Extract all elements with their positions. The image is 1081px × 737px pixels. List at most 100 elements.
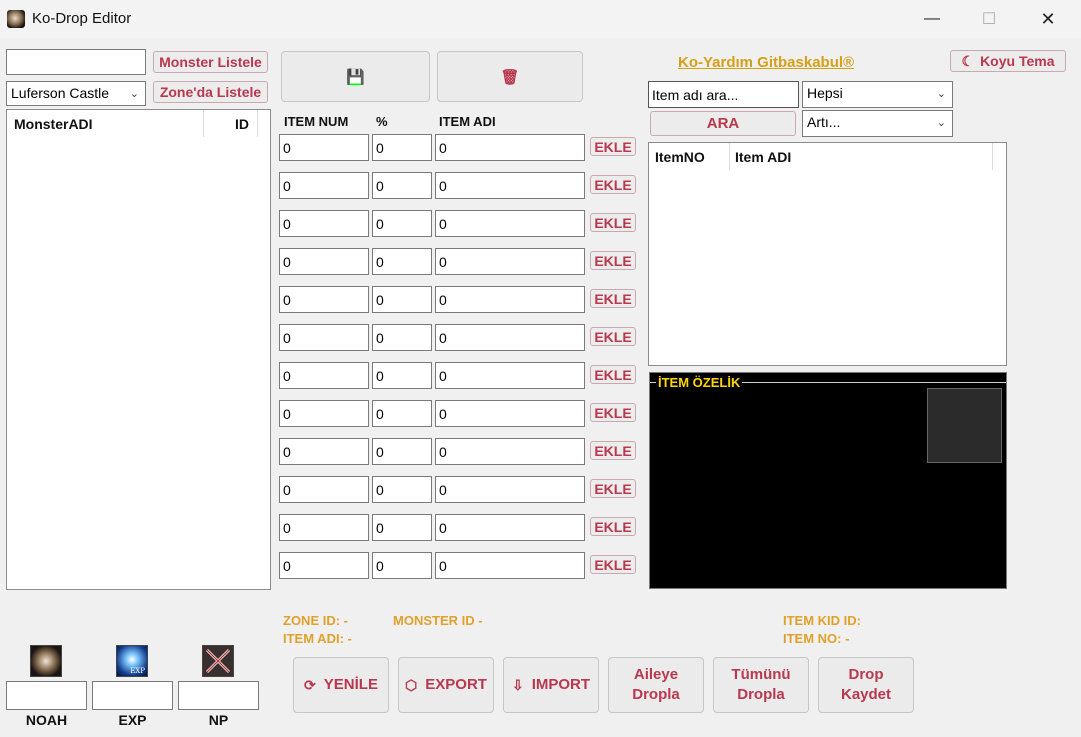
col-id[interactable]: ID — [235, 116, 249, 132]
item-num-input[interactable] — [279, 210, 369, 237]
save-drop-label-1: Drop — [848, 666, 884, 683]
item-name-input[interactable] — [435, 324, 585, 351]
header-item-adi: ITEM ADI — [439, 114, 496, 129]
import-label: IMPORT — [531, 676, 591, 693]
zone-list-button[interactable]: Zone'da Listele — [153, 81, 268, 103]
add-item-button[interactable]: EKLE — [590, 365, 636, 384]
np-input[interactable] — [178, 681, 259, 710]
noah-label: NOAH — [25, 712, 68, 728]
item-grid[interactable]: ItemNO Item ADI — [648, 142, 1007, 366]
item-num-input[interactable] — [279, 552, 369, 579]
item-name-input[interactable] — [435, 248, 585, 275]
cube-icon: ⬡ — [405, 677, 418, 693]
trash-icon: 🗑 — [500, 68, 520, 86]
refresh-label: YENİLE — [323, 676, 378, 693]
filter-plus-select[interactable]: Artı... ⌄ — [802, 110, 953, 137]
item-percent-input[interactable] — [372, 248, 432, 275]
item-grid-header: ItemNO Item ADI — [649, 143, 1006, 170]
item-num-input[interactable] — [279, 324, 369, 351]
add-item-button[interactable]: EKLE — [590, 289, 636, 308]
save-button[interactable]: 💾 — [281, 51, 430, 102]
noah-icon — [30, 645, 62, 677]
item-name-input[interactable] — [435, 514, 585, 541]
maximize-button[interactable]: ☐ — [966, 0, 1012, 38]
item-percent-input[interactable] — [372, 134, 432, 161]
family-drop-button[interactable]: Aileye Dropla — [608, 657, 704, 713]
close-button[interactable]: ✕ — [1025, 0, 1071, 38]
item-adi-label: ITEM ADI: - — [283, 631, 352, 646]
item-percent-input[interactable] — [372, 400, 432, 427]
item-percent-input[interactable] — [372, 476, 432, 503]
item-ozelik-title: İTEM ÖZELİK — [656, 375, 743, 390]
filter-plus-value: Artı... — [807, 114, 841, 130]
chevron-down-icon: ⌄ — [936, 117, 946, 129]
item-name-input[interactable] — [435, 362, 585, 389]
drop-all-button[interactable]: Tümünü Dropla — [713, 657, 809, 713]
noah-input[interactable] — [6, 681, 87, 710]
item-num-input[interactable] — [279, 514, 369, 541]
save-icon: 💾 — [346, 68, 365, 86]
item-percent-input[interactable] — [372, 286, 432, 313]
item-percent-input[interactable] — [372, 438, 432, 465]
item-name-input[interactable] — [435, 134, 585, 161]
item-name-input[interactable] — [435, 172, 585, 199]
item-num-input[interactable] — [279, 172, 369, 199]
item-name-input[interactable] — [435, 400, 585, 427]
monster-list-button[interactable]: Monster Listele — [153, 51, 268, 73]
add-item-button[interactable]: EKLE — [590, 479, 636, 498]
col-monster-adi[interactable]: MonsterADI — [14, 116, 93, 132]
item-name-input[interactable] — [435, 438, 585, 465]
item-percent-input[interactable] — [372, 362, 432, 389]
add-item-button[interactable]: EKLE — [590, 251, 636, 270]
item-name-input[interactable] — [435, 286, 585, 313]
item-num-input[interactable] — [279, 438, 369, 465]
item-ozelik-panel: İTEM ÖZELİK — [649, 372, 1007, 589]
add-item-button[interactable]: EKLE — [590, 327, 636, 346]
item-percent-input[interactable] — [372, 210, 432, 237]
item-name-input[interactable] — [435, 476, 585, 503]
item-num-input[interactable] — [279, 400, 369, 427]
export-button[interactable]: ⬡ EXPORT — [398, 657, 494, 713]
item-name-input[interactable] — [435, 552, 585, 579]
item-num-input[interactable] — [279, 362, 369, 389]
grid-divider — [992, 143, 993, 170]
item-num-input[interactable] — [279, 286, 369, 313]
ko-yardim-link[interactable]: Ko-Yardım Gitbaskabul® — [678, 54, 854, 71]
item-image — [927, 388, 1002, 463]
export-label: EXPORT — [425, 676, 487, 693]
add-item-button[interactable]: EKLE — [590, 137, 636, 156]
zone-select-value: Luferson Castle — [11, 85, 110, 101]
np-icon — [202, 645, 234, 677]
item-percent-input[interactable] — [372, 514, 432, 541]
add-item-button[interactable]: EKLE — [590, 403, 636, 422]
item-percent-input[interactable] — [372, 172, 432, 199]
add-item-button[interactable]: EKLE — [590, 441, 636, 460]
import-icon: ⇩ — [511, 677, 524, 693]
item-num-input[interactable] — [279, 248, 369, 275]
monster-grid[interactable]: MonsterADI ID — [6, 109, 271, 590]
zone-select[interactable]: Luferson Castle ⌄ — [6, 81, 146, 106]
search-button[interactable]: ARA — [650, 111, 796, 136]
delete-button[interactable]: 🗑 — [437, 51, 583, 102]
refresh-button[interactable]: ⟳ YENİLE — [293, 657, 389, 713]
item-num-input[interactable] — [279, 476, 369, 503]
col-item-no[interactable]: ItemNO — [655, 149, 705, 165]
monster-search-input[interactable] — [6, 49, 146, 75]
add-item-button[interactable]: EKLE — [590, 517, 636, 536]
import-button[interactable]: ⇩ IMPORT — [503, 657, 599, 713]
col-item-adi[interactable]: Item ADI — [735, 149, 791, 165]
add-item-button[interactable]: EKLE — [590, 555, 636, 574]
item-percent-input[interactable] — [372, 552, 432, 579]
dark-theme-button[interactable]: ☾ Koyu Tema — [950, 50, 1066, 72]
exp-input[interactable] — [92, 681, 173, 710]
moon-icon: ☾ — [961, 52, 975, 69]
item-name-input[interactable] — [435, 210, 585, 237]
minimize-button[interactable]: — — [909, 0, 955, 38]
add-item-button[interactable]: EKLE — [590, 175, 636, 194]
filter-type-select[interactable]: Hepsi ⌄ — [802, 81, 953, 108]
save-drop-button[interactable]: Drop Kaydet — [818, 657, 914, 713]
add-item-button[interactable]: EKLE — [590, 213, 636, 232]
item-percent-input[interactable] — [372, 324, 432, 351]
item-search-input[interactable] — [648, 81, 799, 108]
item-num-input[interactable] — [279, 134, 369, 161]
